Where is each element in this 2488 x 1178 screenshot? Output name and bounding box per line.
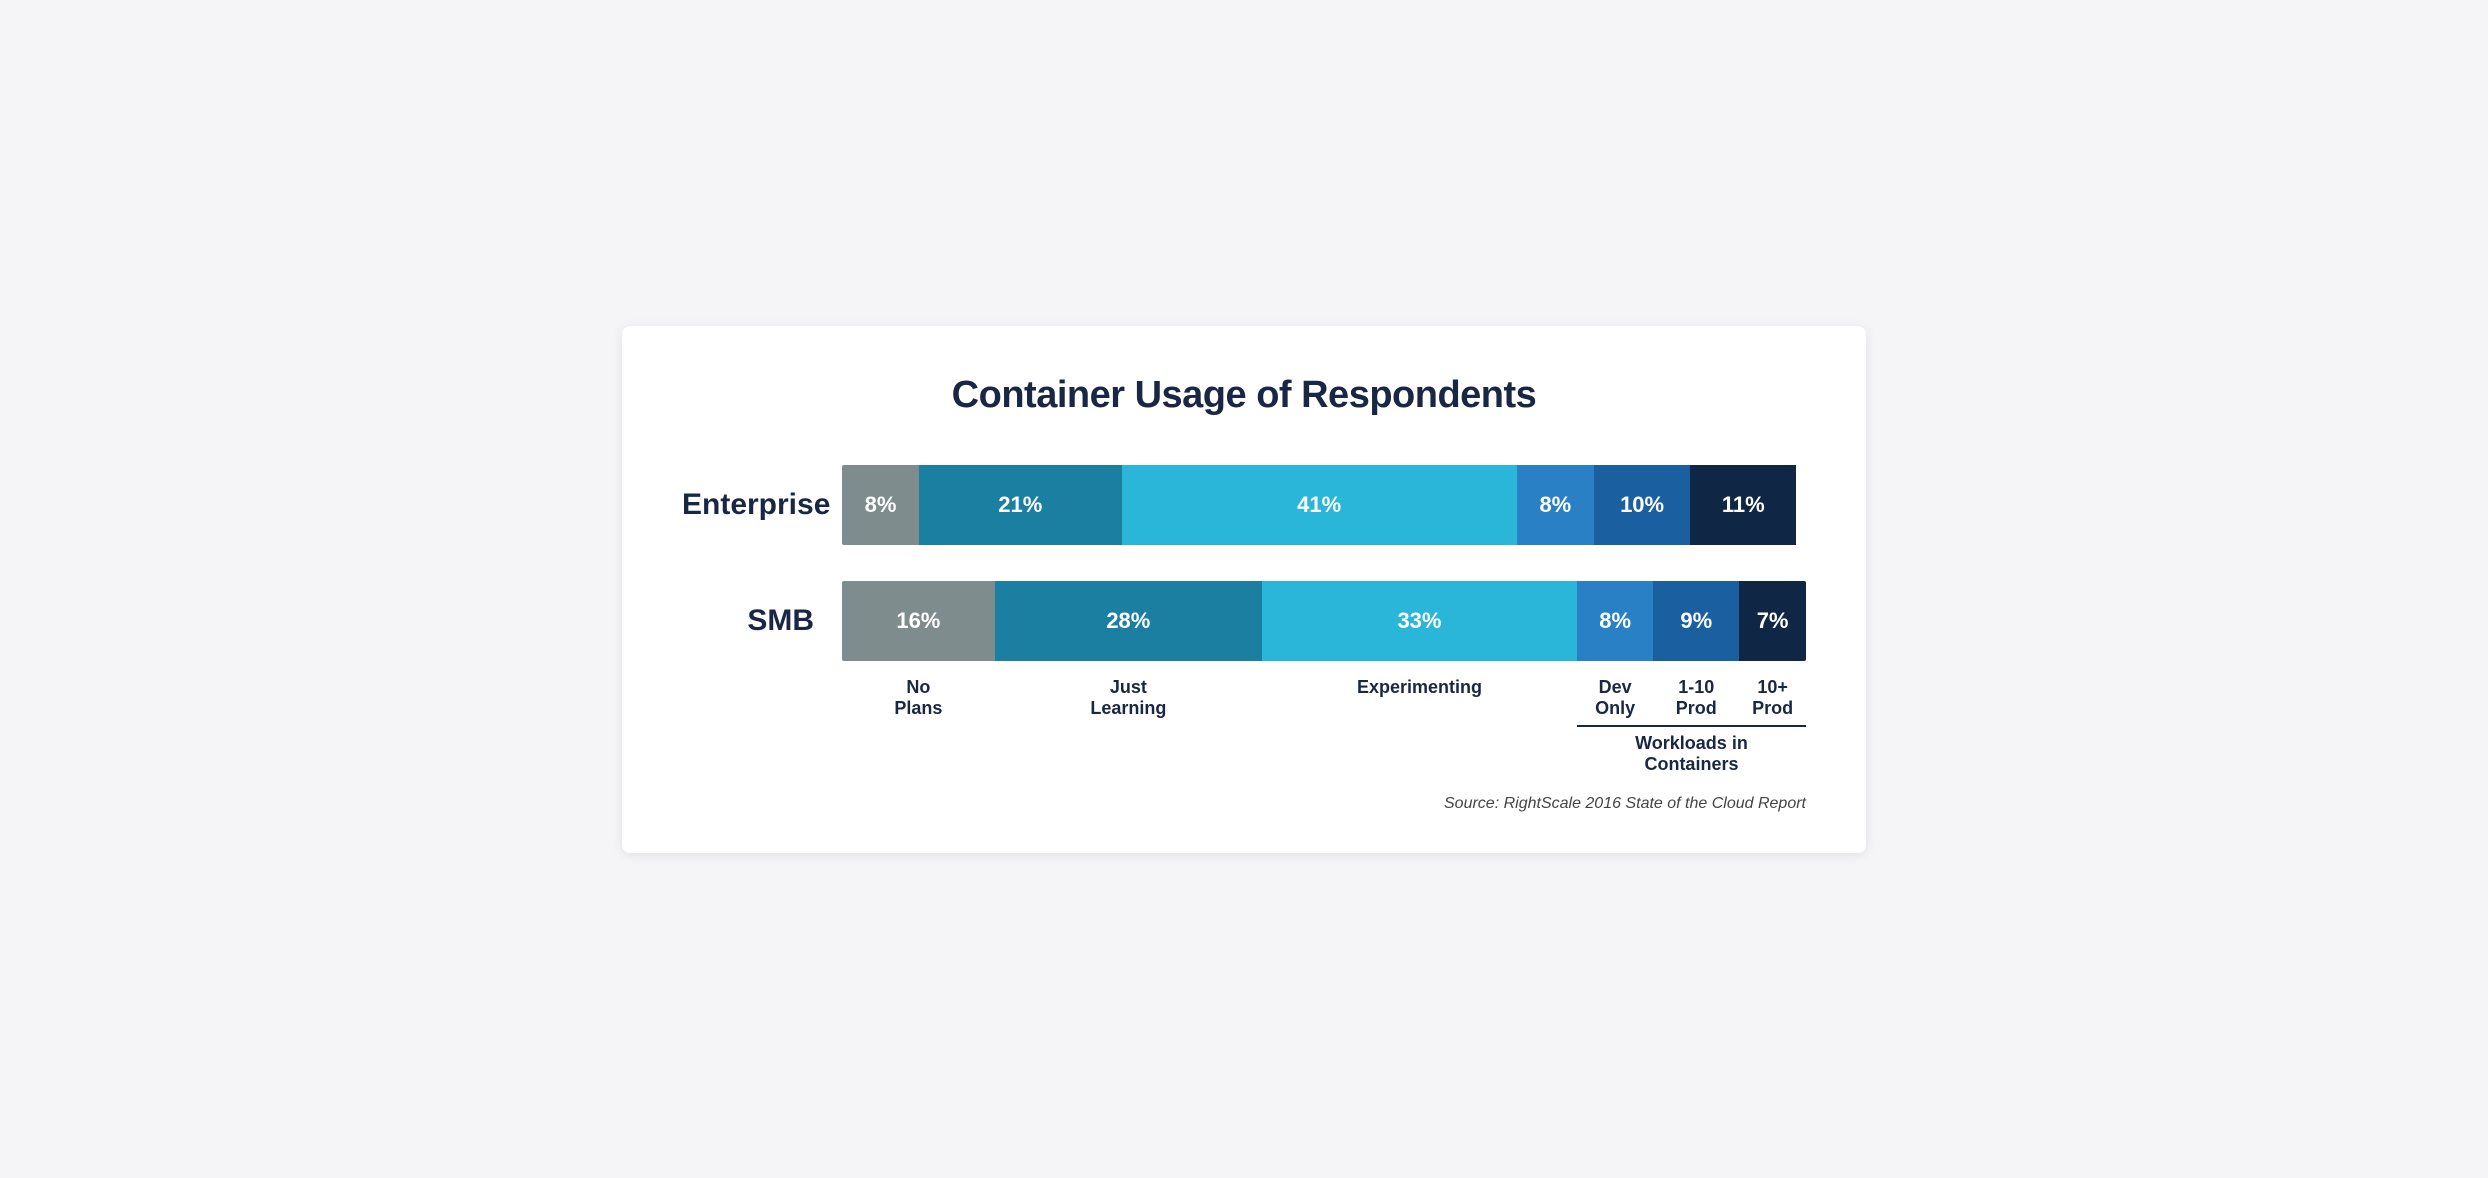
axis-dev-only: DevOnly [1577, 677, 1653, 719]
axis-experimenting: Experimenting [1262, 677, 1577, 698]
axis-prod-10plus: 10+Prod [1739, 677, 1806, 719]
smb-dev-only: 8% [1577, 581, 1653, 661]
smb-row: SMB 16% 28% 33% 8% 9% 7% [682, 581, 1806, 661]
enterprise-just-learning: 21% [919, 465, 1121, 545]
axis-prod-1-10: 1-10Prod [1653, 677, 1739, 719]
smb-no-plans: 16% [842, 581, 995, 661]
smb-experimenting: 33% [1262, 581, 1577, 661]
chart-title: Container Usage of Respondents [682, 374, 1806, 417]
smb-label: SMB [682, 604, 842, 638]
workloads-title: Workloads inContainers [1577, 725, 1806, 775]
enterprise-experimenting: 41% [1122, 465, 1517, 545]
smb-bar: 16% 28% 33% 8% 9% 7% [842, 581, 1806, 661]
enterprise-bar: 8% 21% 41% 8% 10% 11% [842, 465, 1806, 545]
chart-container: Container Usage of Respondents Enterpris… [622, 326, 1866, 853]
smb-prod-10plus: 7% [1739, 581, 1806, 661]
smb-just-learning: 28% [995, 581, 1262, 661]
enterprise-prod-10plus: 11% [1690, 465, 1796, 545]
axis-labels-row: NoPlans JustLearning Experimenting DevOn… [682, 677, 1806, 775]
workloads-sub-labels: DevOnly 1-10Prod 10+Prod [1577, 677, 1806, 719]
smb-prod-1-10: 9% [1653, 581, 1739, 661]
enterprise-no-plans: 8% [842, 465, 919, 545]
enterprise-label: Enterprise [682, 488, 842, 522]
source-text: Source: RightScale 2016 State of the Clo… [682, 795, 1806, 813]
enterprise-row: Enterprise 8% 21% 41% 8% 10% 11% [682, 465, 1806, 545]
enterprise-dev-only: 8% [1517, 465, 1594, 545]
enterprise-prod-1-10: 10% [1594, 465, 1690, 545]
axis-just-learning: JustLearning [995, 677, 1262, 719]
axis-no-plans: NoPlans [842, 677, 995, 719]
axis-workloads-group: DevOnly 1-10Prod 10+Prod Workloads inCon… [1577, 677, 1806, 775]
